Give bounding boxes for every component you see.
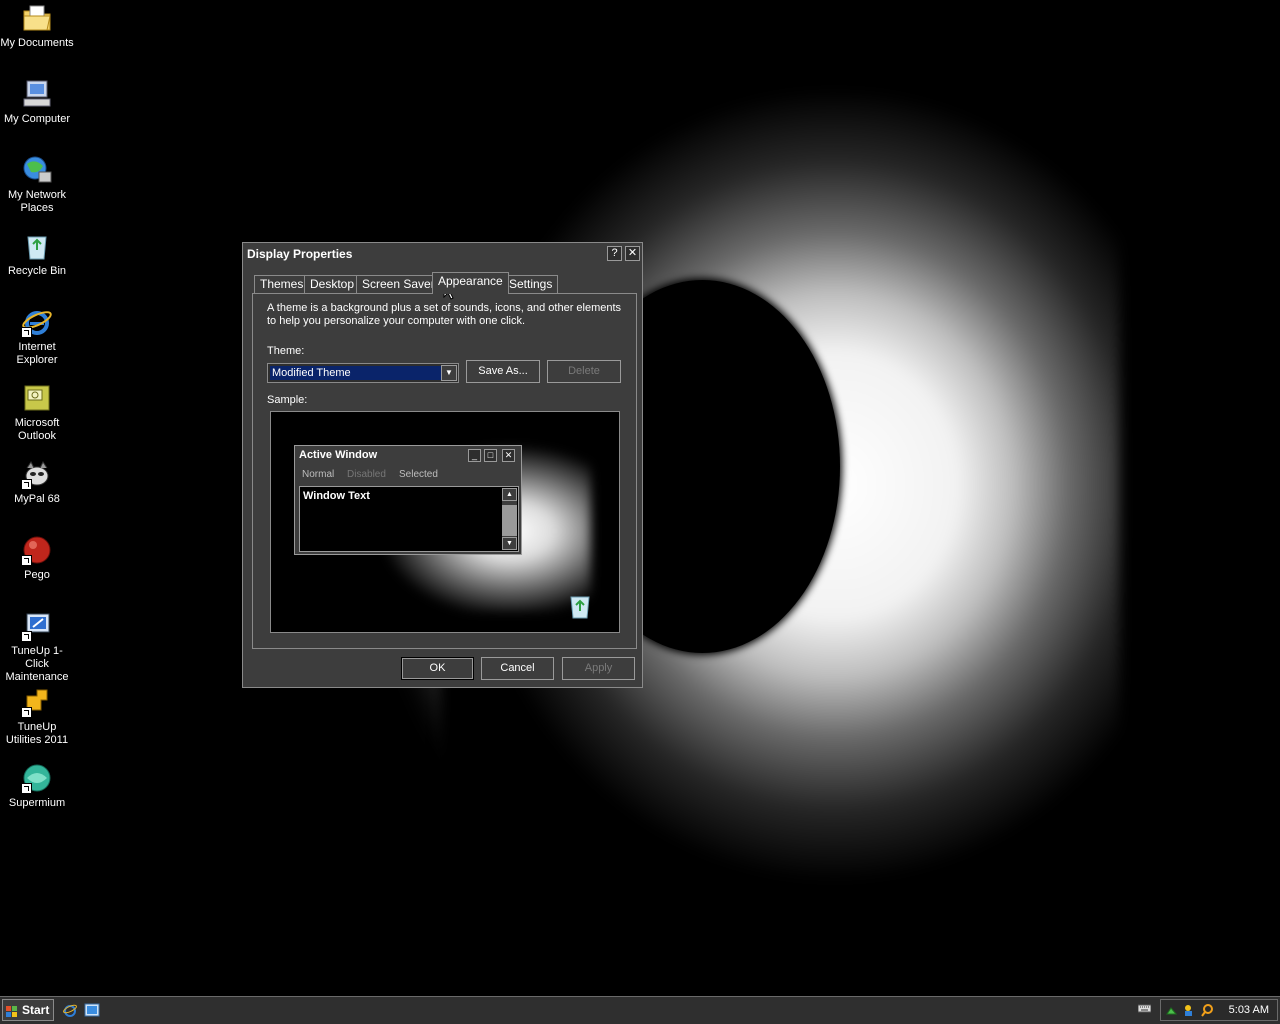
desktop-icon-label: Microsoft Outlook — [14, 417, 60, 442]
desktop-icon-label: TuneUp 1-Click Maintenance — [5, 645, 69, 683]
taskbar: Start 5:03 AM — [0, 996, 1280, 1024]
desktop-icon-label: My Computer — [3, 113, 71, 125]
clock[interactable]: 5:03 AM — [1229, 1004, 1269, 1016]
theme-description: A theme is a background plus a set of so… — [267, 302, 622, 327]
pego-icon — [21, 534, 53, 566]
internet-explorer-icon — [21, 306, 53, 338]
shortcut-arrow-icon — [21, 479, 32, 490]
desktop-icon-tuneup-utilities[interactable]: TuneUp Utilities 2011 — [0, 686, 74, 747]
network-icon — [21, 154, 53, 186]
sample-active-window: Active Window _ □ ✕ Normal Disabled Sele… — [294, 445, 522, 555]
desktop-icon-my-network-places[interactable]: My Network Places — [0, 154, 74, 215]
cancel-button[interactable]: Cancel — [481, 657, 554, 680]
ok-button[interactable]: OK — [401, 657, 474, 680]
shortcut-arrow-icon — [21, 783, 32, 794]
recycle-bin-icon — [567, 592, 593, 620]
start-label: Start — [22, 1003, 50, 1017]
desktop-icon-recycle-bin[interactable]: Recycle Bin — [0, 230, 74, 278]
sample-window-title: Active Window — [299, 449, 378, 461]
desktop-icon-label: Supermium — [8, 797, 66, 809]
desktop-icon-label: My Network Places — [7, 189, 67, 214]
network-tray-icon[interactable] — [1165, 1004, 1178, 1017]
desktop-icon-tuneup-maintenance[interactable]: TuneUp 1-Click Maintenance — [0, 610, 74, 684]
dialog-title: Display Properties — [247, 247, 353, 261]
desktop-icon-mypal[interactable]: MyPal 68 — [0, 458, 74, 506]
desktop-icon-internet-explorer[interactable]: Internet Explorer — [0, 306, 74, 367]
tuneup-maintenance-icon — [21, 610, 53, 642]
outlook-icon — [21, 382, 53, 414]
start-button[interactable]: Start — [2, 999, 54, 1021]
desktop-icon-label: TuneUp Utilities 2011 — [5, 721, 69, 746]
mypal-icon — [21, 458, 53, 490]
close-button[interactable]: ✕ — [625, 246, 640, 261]
internet-explorer-icon[interactable] — [62, 1002, 78, 1018]
sample-window-text: Window Text — [303, 490, 370, 502]
sample-menu-normal: Normal — [302, 469, 335, 480]
desktop-icon-label: My Documents — [0, 37, 74, 49]
system-tray: 5:03 AM — [1160, 999, 1278, 1021]
windows-flag-icon — [6, 1004, 18, 1017]
apply-button[interactable]: Apply — [562, 657, 635, 680]
tab-settings[interactable]: Settings — [503, 275, 559, 293]
sample-menu-selected: Selected — [399, 469, 438, 480]
supermium-icon — [21, 762, 53, 794]
tab-appearance[interactable]: Appearance — [432, 272, 509, 294]
desktop-icon-microsoft-outlook[interactable]: Microsoft Outlook — [0, 382, 74, 443]
tab-screen-saver[interactable]: Screen Saver — [356, 275, 441, 293]
theme-sample-preview: Active Window _ □ ✕ Normal Disabled Sele… — [270, 411, 620, 633]
desktop-icon-label: Internet Explorer — [16, 341, 58, 366]
sample-menu-disabled: Disabled — [347, 469, 386, 480]
theme-dropdown[interactable]: Modified Theme ▼ — [267, 363, 459, 383]
shortcut-arrow-icon — [21, 631, 32, 642]
desktop-icon-label: Recycle Bin — [7, 265, 67, 277]
desktop-icon-my-computer[interactable]: My Computer — [0, 78, 74, 126]
sample-label: Sample: — [267, 394, 308, 406]
scroll-down-icon: ▼ — [502, 537, 517, 550]
save-as-button[interactable]: Save As... — [466, 360, 540, 383]
recycle-bin-icon — [21, 230, 53, 262]
tab-themes[interactable]: Themes — [254, 275, 310, 293]
shortcut-arrow-icon — [21, 707, 32, 718]
folder-documents-icon — [21, 2, 53, 34]
tab-desktop[interactable]: Desktop — [304, 275, 361, 293]
desktop-icon-pego[interactable]: Pego — [0, 534, 74, 582]
shortcut-arrow-icon — [21, 555, 32, 566]
keyboard-icon[interactable] — [1137, 1001, 1152, 1014]
scroll-thumb — [502, 505, 517, 536]
display-properties-dialog: Display Properties ? ✕ Themes Desktop Sc… — [242, 242, 643, 688]
shortcut-arrow-icon — [21, 327, 32, 338]
computer-icon — [21, 78, 53, 110]
users-tray-icon[interactable] — [1183, 1004, 1196, 1017]
themes-panel: A theme is a background plus a set of so… — [252, 293, 637, 649]
search-tray-icon[interactable] — [1201, 1004, 1214, 1017]
desktop-icon-label: MyPal 68 — [14, 493, 60, 505]
show-desktop-icon[interactable] — [84, 1002, 100, 1018]
dialog-titlebar[interactable]: Display Properties ? ✕ — [243, 243, 642, 265]
help-button[interactable]: ? — [607, 246, 622, 261]
scroll-up-icon: ▲ — [502, 488, 517, 501]
maximize-icon: □ — [484, 449, 497, 462]
desktop-icon-supermium[interactable]: Supermium — [0, 762, 74, 810]
sample-text-area: Window Text ▲ ▼ — [299, 486, 519, 552]
close-icon: ✕ — [502, 449, 515, 462]
tuneup-utilities-icon — [21, 686, 53, 718]
desktop-icon-label: Pego — [24, 569, 50, 581]
theme-dropdown-value: Modified Theme — [270, 366, 442, 380]
theme-label: Theme: — [267, 345, 305, 357]
minimize-icon: _ — [468, 449, 481, 462]
delete-button[interactable]: Delete — [547, 360, 621, 383]
chevron-down-icon[interactable]: ▼ — [441, 365, 457, 381]
desktop-icon-my-documents[interactable]: My Documents — [0, 2, 74, 50]
sample-scrollbar: ▲ ▼ — [502, 488, 517, 550]
